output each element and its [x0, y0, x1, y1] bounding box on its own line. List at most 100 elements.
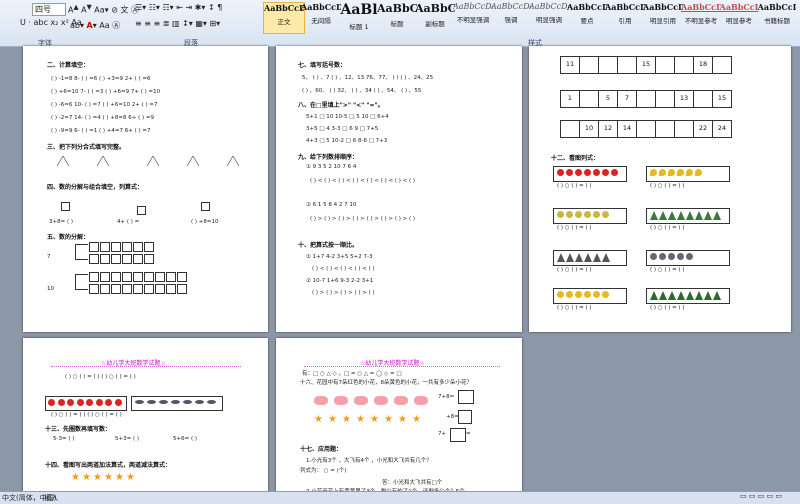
question-1-formula: 列式为： ○ = (个) [300, 468, 347, 474]
grid-cell[interactable]: 11 [560, 56, 580, 74]
answer-box[interactable] [111, 254, 121, 264]
style-12[interactable]: AaBbCcI 明显参考 [719, 2, 759, 32]
style-0[interactable]: AaBbCcDc 正文 [263, 2, 305, 34]
grid-cell[interactable] [655, 90, 675, 108]
grid-cell[interactable]: 7 [617, 90, 637, 108]
grid-cell[interactable]: 5 [598, 90, 618, 108]
sequence-row: ( ) 、60、 ( ) 32、 ( ) 、34 ( ) 、54、 ( ) 、5… [302, 88, 422, 94]
answer-box[interactable] [89, 284, 99, 294]
answer-box[interactable] [458, 390, 474, 404]
equation: ( ) ○ ( ) = ( ) [557, 305, 592, 311]
grid-cell[interactable] [674, 56, 694, 74]
answer-box[interactable] [155, 272, 165, 282]
style-preview: AaBbCcDc [605, 2, 645, 12]
grid-cell[interactable] [636, 90, 656, 108]
answer-box[interactable] [100, 242, 110, 252]
answer-box[interactable] [122, 254, 132, 264]
style-preview: AaBbCcDc [301, 2, 341, 12]
grid-cell[interactable] [636, 120, 656, 138]
grid-cell[interactable] [674, 120, 694, 138]
answer-box[interactable] [111, 284, 121, 294]
star-icon: ★ [126, 472, 135, 483]
view-buttons[interactable]: ▭ ▭ ▭ ▭ ▭ [740, 492, 782, 500]
style-13[interactable]: AaBbCcI 书籍标题 [757, 2, 797, 32]
answer-box[interactable] [144, 254, 154, 264]
style-9[interactable]: AaBbCcDc 引用 [605, 2, 645, 32]
style-6[interactable]: AaBbCcDc 强调 [491, 2, 531, 32]
grid-cell[interactable]: 10 [579, 120, 599, 138]
grid-cell[interactable] [693, 90, 713, 108]
grid-cell[interactable]: 13 [674, 90, 694, 108]
grid-cell[interactable]: 15 [636, 56, 656, 74]
order-row: ( ) < ( ) < ( ) < ( ) < ( ) < ( ) < ( ) … [310, 178, 416, 184]
grid-cell[interactable] [579, 90, 599, 108]
fish-icon [135, 400, 144, 404]
answer-box[interactable] [100, 284, 110, 294]
answer-box[interactable] [89, 272, 99, 282]
grid-cell[interactable]: 15 [712, 90, 732, 108]
grid-cell[interactable] [712, 56, 732, 74]
grid-cell[interactable] [617, 56, 637, 74]
paragraph-buttons[interactable]: ☰▾ ☷▾ ☶▾ ⇤ ⇥ ✱▾ ↕ ¶ [135, 3, 222, 12]
fruit-icon [650, 253, 657, 260]
answer-box[interactable] [89, 242, 99, 252]
answer-box[interactable] [177, 284, 187, 294]
font-name-box[interactable]: 四号 [32, 3, 66, 16]
status-bar: 中文(简体，中国) 插入 ▭ ▭ ▭ ▭ ▭ [0, 491, 800, 504]
grid-cell[interactable]: 22 [693, 120, 713, 138]
grid-cell[interactable]: 24 [712, 120, 732, 138]
style-3[interactable]: AaBbC 标题 [377, 2, 417, 32]
style-7[interactable]: AaBbCcDc 明显强调 [529, 2, 569, 32]
style-8[interactable]: AaBbCcD 要点 [567, 2, 607, 32]
grid-cell[interactable] [598, 56, 618, 74]
text-color-buttons[interactable]: ab▾ A▾ Aa Ⓐ [70, 20, 120, 31]
answer-box[interactable] [177, 272, 187, 282]
answer-box[interactable] [61, 202, 70, 211]
answer-box[interactable] [458, 410, 472, 424]
style-2[interactable]: AaBl 标题 1 [339, 2, 379, 32]
grid-cell[interactable] [655, 120, 675, 138]
answer-box[interactable] [133, 254, 143, 264]
answer-box[interactable] [144, 242, 154, 252]
answer-box[interactable] [144, 272, 154, 282]
style-10[interactable]: AaBbCcDc 明显引用 [643, 2, 683, 32]
answer-box[interactable] [111, 242, 121, 252]
grid-cell[interactable] [579, 56, 599, 74]
fruit-icon [695, 169, 702, 176]
style-5[interactable]: AaBbCcDc 不明显强调 [453, 2, 493, 32]
answer-box[interactable] [133, 284, 143, 294]
style-label: 标题 1 [349, 23, 369, 31]
answer-box[interactable] [100, 272, 110, 282]
answer-box[interactable] [133, 242, 143, 252]
answer-box[interactable] [122, 284, 132, 294]
grid-cell[interactable] [655, 56, 675, 74]
answer-box[interactable] [144, 284, 154, 294]
style-1[interactable]: AaBbCcDc 无间隔 [301, 2, 341, 32]
answer-box[interactable] [100, 254, 110, 264]
grid-cell[interactable]: 18 [693, 56, 713, 74]
align-buttons[interactable]: ≡ ≡ ≡ ≣ ▥ ↕▾ ▦▾ ⊞▾ [135, 19, 220, 28]
answer-box[interactable] [166, 284, 176, 294]
grid-cell[interactable]: 14 [617, 120, 637, 138]
insert-mode-indicator[interactable]: 插入 [44, 493, 58, 503]
answer-box[interactable] [122, 272, 132, 282]
answer-box[interactable] [133, 272, 143, 282]
style-4[interactable]: AaBbC 副标题 [415, 2, 455, 32]
star-icon: ★ [328, 414, 337, 425]
cloud-icon [394, 396, 408, 405]
grid-cell[interactable] [560, 120, 580, 138]
grid-cell[interactable]: 12 [598, 120, 618, 138]
answer-box[interactable] [166, 272, 176, 282]
answer-box[interactable] [111, 272, 121, 282]
font-size-grow-button[interactable]: A▲ A▼ Aa▾ ⊘ 文 Ⓐ [68, 3, 139, 16]
answer-box[interactable] [201, 202, 210, 211]
answer-box[interactable] [137, 206, 146, 215]
answer-box[interactable] [155, 284, 165, 294]
answer-box[interactable] [450, 428, 466, 442]
compare-row: 5+1 □ 10 10-5 □ 5 10 □ 6+4 [306, 114, 389, 120]
answer-box[interactable] [122, 242, 132, 252]
grid-cell[interactable]: 1 [560, 90, 580, 108]
style-11[interactable]: AaBbCcDc 不明显参考 [681, 2, 721, 32]
section-14-title: 十四、看图写出两道加法算式，两道减法算式： [45, 462, 172, 469]
answer-box[interactable] [89, 254, 99, 264]
